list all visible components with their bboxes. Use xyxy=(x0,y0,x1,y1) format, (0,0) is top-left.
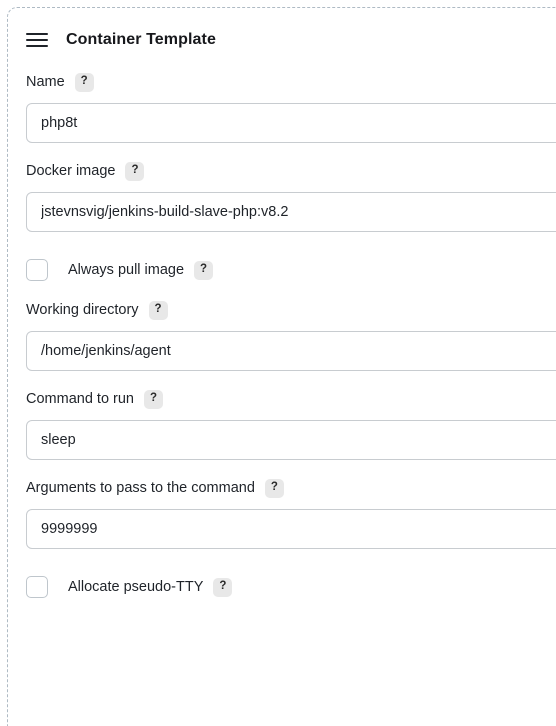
arguments-input[interactable] xyxy=(26,509,556,549)
help-icon[interactable]: ? xyxy=(125,161,145,181)
checkbox-row-allocate-pseudo-tty[interactable]: Allocate pseudo-TTY ? xyxy=(26,575,556,599)
field-name: Name ? xyxy=(26,72,556,143)
hamburger-menu-icon[interactable] xyxy=(26,31,50,49)
field-command-to-run: Command to run ? xyxy=(26,389,556,460)
field-label: Name xyxy=(26,74,65,90)
panel-header: Container Template xyxy=(26,26,556,54)
field-label: Command to run xyxy=(26,391,134,407)
allocate-pseudo-tty-checkbox[interactable] xyxy=(26,576,48,598)
field-label-row: Command to run ? xyxy=(26,389,556,409)
field-label-row: Arguments to pass to the command ? xyxy=(26,478,556,498)
help-icon[interactable]: ? xyxy=(264,478,284,498)
container-template-panel: Container Template Name ? Docker image ? xyxy=(7,7,556,726)
field-label: Docker image xyxy=(26,163,116,179)
working-directory-input[interactable] xyxy=(26,331,556,371)
checkbox-row-always-pull-image[interactable]: Always pull image ? xyxy=(26,258,556,282)
field-arguments: Arguments to pass to the command ? xyxy=(26,478,556,549)
help-icon[interactable]: ? xyxy=(148,300,168,320)
field-label-row: Docker image ? xyxy=(26,161,556,181)
page-title: Container Template xyxy=(66,31,216,48)
always-pull-image-checkbox[interactable] xyxy=(26,259,48,281)
help-icon[interactable]: ? xyxy=(144,389,163,409)
command-to-run-input[interactable] xyxy=(26,420,556,460)
name-input[interactable] xyxy=(26,103,556,143)
help-icon[interactable]: ? xyxy=(74,72,94,92)
field-label: Working directory xyxy=(26,302,139,318)
checkbox-label: Always pull image xyxy=(68,262,185,278)
help-icon[interactable]: ? xyxy=(213,577,233,597)
help-icon[interactable]: ? xyxy=(194,260,214,280)
field-label: Arguments to pass to the command xyxy=(26,480,255,496)
field-working-directory: Working directory ? xyxy=(26,300,556,371)
checkbox-label: Allocate pseudo-TTY xyxy=(68,579,204,595)
docker-image-input[interactable] xyxy=(26,192,556,232)
field-docker-image: Docker image ? xyxy=(26,161,556,232)
screenshot-viewport: Container Template Name ? Docker image ? xyxy=(0,0,556,726)
field-label-row: Working directory ? xyxy=(26,300,556,320)
field-label-row: Name ? xyxy=(26,72,556,92)
